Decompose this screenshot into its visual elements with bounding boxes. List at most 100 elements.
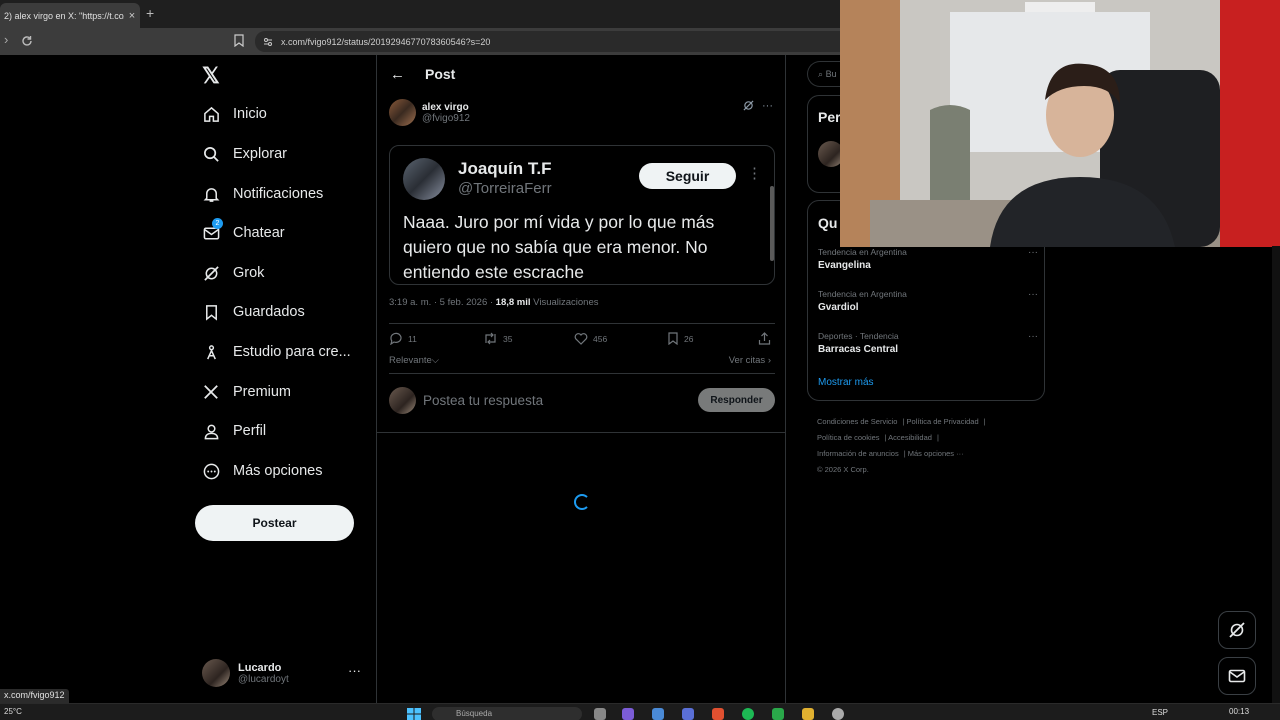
creator-studio-icon	[202, 343, 220, 361]
more-icon[interactable]: ···	[1028, 247, 1038, 258]
nav-label: Notificaciones	[233, 186, 324, 202]
author-name[interactable]: alex virgo	[422, 102, 470, 113]
reply-button[interactable]: Responder	[698, 388, 775, 412]
footer-link[interactable]: Política de Privacidad	[907, 417, 979, 426]
nav-label: Explorar	[233, 146, 287, 162]
more-icon[interactable]: ···	[762, 100, 773, 112]
bookmark-action[interactable]: 26	[667, 332, 693, 345]
more-vertical-icon[interactable]: ⋮	[747, 164, 762, 182]
nav-item-perfil[interactable]: Perfil	[202, 416, 266, 446]
nav-label: Chatear	[233, 225, 285, 241]
clock[interactable]: 00:13	[1229, 707, 1249, 716]
view-quotes-link[interactable]: Ver citas ›	[729, 355, 771, 366]
footer-link[interactable]: Información de anuncios	[817, 449, 899, 458]
quoted-author-name[interactable]: Joaquín T.F	[458, 159, 552, 179]
grok-icon	[202, 264, 220, 282]
tab-close-icon[interactable]: ×	[124, 10, 140, 22]
app-icon[interactable]	[652, 708, 664, 720]
footer-link[interactable]: Más opciones ···	[908, 449, 964, 458]
nav-item-estudio[interactable]: Estudio para cre...	[202, 337, 351, 367]
footer-link[interactable]: Política de cookies	[817, 433, 880, 442]
page-scrollbar[interactable]	[1272, 246, 1280, 703]
more-icon[interactable]: ···	[1028, 289, 1038, 300]
trend-item[interactable]: Tendencia en Argentina Evangelina ···	[818, 247, 1038, 271]
trend-item[interactable]: Deportes · Tendencia Barracas Central ··…	[818, 331, 1038, 355]
footer-link[interactable]: Accesibilidad	[888, 433, 932, 442]
author-handle[interactable]: @fvigo912	[422, 113, 470, 124]
trend-name: Evangelina	[818, 260, 871, 271]
unread-badge: 2	[212, 218, 223, 229]
quoted-post-text: Naaa. Juro por mí vida y por lo que más …	[403, 212, 715, 282]
left-navigation: 𝕏 Inicio Explorar Notificaciones 2 Chate…	[192, 55, 377, 703]
windows-start-icon[interactable]	[407, 708, 421, 720]
main-column: ← Post alex virgo @fvigo912 ··· Joaquín …	[376, 55, 786, 703]
nav-item-mas-opciones[interactable]: Más opciones	[202, 456, 322, 486]
grok-button[interactable]	[1218, 611, 1256, 649]
nav-label: Guardados	[233, 304, 305, 320]
avatar[interactable]	[403, 158, 445, 200]
reload-icon[interactable]	[21, 35, 33, 47]
avatar[interactable]	[389, 99, 416, 126]
browser-tab[interactable]: 2) alex virgo en X: "https://t.co/ ×	[0, 3, 140, 28]
spotify-icon[interactable]	[742, 708, 754, 720]
mail-icon	[1228, 669, 1246, 683]
trend-item[interactable]: Tendencia en Argentina Gvardiol ···	[818, 289, 1038, 313]
language-indicator[interactable]: ESP	[1152, 708, 1168, 717]
reply-action[interactable]: 11	[389, 332, 417, 345]
heart-icon	[574, 333, 588, 345]
quote-scrollbar[interactable]	[770, 186, 774, 261]
loading-spinner-icon	[574, 494, 590, 510]
mail-icon: 2	[202, 218, 223, 242]
follow-button[interactable]: Seguir	[639, 163, 736, 189]
card-heading: Per	[818, 109, 841, 125]
reply-input[interactable]: Postea tu respuesta	[423, 393, 543, 408]
like-action[interactable]: 456	[574, 332, 607, 345]
post-timestamp[interactable]: 3:19 a. m. · 5 feb. 2026 ·	[389, 297, 496, 308]
repost-action[interactable]: 35	[483, 332, 512, 345]
site-settings-icon[interactable]	[263, 37, 273, 47]
x-logo-icon[interactable]: 𝕏	[202, 63, 220, 89]
post-header: ← Post	[377, 55, 785, 93]
app-icon[interactable]	[832, 708, 844, 720]
nav-item-explorar[interactable]: Explorar	[202, 139, 287, 169]
taskbar-search[interactable]: Búsqueda	[432, 707, 582, 720]
app-icon[interactable]	[772, 708, 784, 720]
new-tab-button[interactable]: +	[146, 5, 154, 21]
post-author[interactable]: alex virgo @fvigo912	[389, 99, 470, 126]
app-icon[interactable]	[682, 708, 694, 720]
nav-label: Estudio para cre...	[233, 344, 351, 360]
sort-dropdown[interactable]: Relevante⌵	[389, 355, 439, 366]
reply-icon	[390, 332, 402, 345]
weather-widget[interactable]: 25°C	[4, 707, 22, 716]
post-button[interactable]: Postear	[195, 505, 354, 541]
more-icon[interactable]: ···	[1028, 331, 1038, 342]
quoted-author-handle[interactable]: @TorreiraFerr	[458, 180, 552, 197]
app-icon[interactable]	[622, 708, 634, 720]
share-action[interactable]	[758, 332, 771, 345]
nav-label: Inicio	[233, 106, 267, 122]
account-switcher[interactable]: Lucardo @lucardoyt ···	[202, 657, 367, 689]
nav-label: Más opciones	[233, 463, 323, 479]
webcam-video	[840, 0, 1280, 247]
nav-item-grok[interactable]: Grok	[202, 258, 264, 288]
brave-browser-icon[interactable]	[712, 708, 724, 720]
nav-item-inicio[interactable]: Inicio	[202, 99, 267, 129]
more-icon[interactable]: ···	[348, 663, 361, 678]
bookmark-page-icon[interactable]	[234, 34, 244, 47]
nav-item-premium[interactable]: Premium	[202, 377, 291, 407]
grok-icon[interactable]	[743, 100, 754, 111]
quoted-post[interactable]: Joaquín T.F @TorreiraFerr Seguir ⋮ Naaa.…	[389, 145, 775, 285]
back-arrow-icon[interactable]: ←	[390, 66, 405, 83]
copyright: © 2026 X Corp.	[817, 465, 869, 474]
show-more-link[interactable]: Mostrar más	[818, 377, 874, 388]
nav-item-chatear[interactable]: 2 Chatear	[202, 218, 285, 248]
footer-link[interactable]: Condiciones de Servicio	[817, 417, 897, 426]
task-view-icon[interactable]	[594, 708, 606, 720]
avatar	[202, 659, 230, 687]
forward-icon[interactable]: ›	[4, 32, 8, 47]
address-bar[interactable]: x.com/fvigo912/status/201929467707836054…	[255, 31, 840, 52]
folder-icon[interactable]	[802, 708, 814, 720]
nav-item-notificaciones[interactable]: Notificaciones	[202, 179, 323, 209]
messages-button[interactable]	[1218, 657, 1256, 695]
nav-item-guardados[interactable]: Guardados	[202, 297, 305, 327]
